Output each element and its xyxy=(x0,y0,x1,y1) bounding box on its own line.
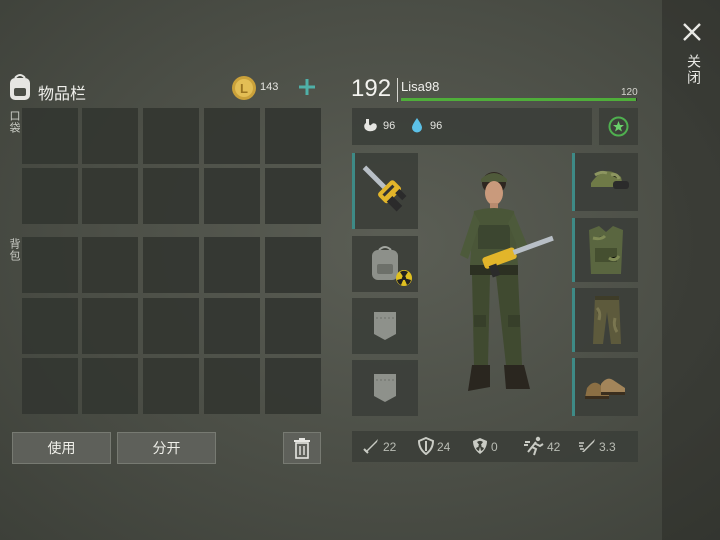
pocket-slot[interactable] xyxy=(204,168,260,224)
backpack-gear-slot[interactable] xyxy=(352,236,418,292)
backpack-label: 背包 xyxy=(8,238,20,262)
pocket-label: 口袋 xyxy=(8,110,20,134)
player-level: 192 xyxy=(351,75,392,102)
head-slot[interactable] xyxy=(572,153,638,211)
backpack-slot[interactable] xyxy=(265,358,321,414)
xp-bar-fill xyxy=(401,98,636,101)
pocket-icon xyxy=(374,312,396,340)
pants-icon xyxy=(593,296,621,344)
defense-value: 24 xyxy=(437,440,451,454)
pocket-slot[interactable] xyxy=(22,168,78,224)
boots-icon xyxy=(585,378,625,399)
trash-button[interactable] xyxy=(283,432,321,464)
backpack-icon xyxy=(6,72,34,102)
stomach-icon xyxy=(361,118,379,134)
pocket-slot[interactable] xyxy=(22,108,78,164)
camo-cap-icon xyxy=(591,170,629,189)
pocket-slot[interactable] xyxy=(143,168,199,224)
water-value: 96 xyxy=(430,120,443,132)
backpack-gear-icon xyxy=(372,246,412,286)
trash-icon xyxy=(294,438,310,459)
body-slot[interactable] xyxy=(572,218,638,282)
pocket-slot[interactable] xyxy=(204,108,260,164)
close-icon[interactable] xyxy=(680,20,704,44)
backpack-slot[interactable] xyxy=(265,237,321,293)
close-label[interactable]: 关闭 xyxy=(684,54,704,86)
star-badge-icon xyxy=(608,116,629,137)
svg-text:L: L xyxy=(240,81,248,96)
backpack-slot[interactable] xyxy=(204,298,260,354)
backpack-slot[interactable] xyxy=(143,358,199,414)
use-button[interactable]: 使用 xyxy=(12,432,111,464)
food-value: 96 xyxy=(383,120,396,132)
backpack-slot[interactable] xyxy=(82,358,138,414)
attack-speed-value: 3.3 xyxy=(599,440,616,454)
radiation-icon xyxy=(471,437,489,455)
attack-speed-icon xyxy=(578,436,598,456)
feet-slot[interactable] xyxy=(572,358,638,416)
xp-bar-track xyxy=(401,98,637,101)
inventory-title: 物品栏 xyxy=(38,86,87,103)
speed-value: 42 xyxy=(547,440,561,454)
pocket-slot[interactable] xyxy=(82,108,138,164)
pocket-slot[interactable] xyxy=(143,108,199,164)
coin-icon: L xyxy=(231,75,257,101)
backpack-slot[interactable] xyxy=(143,298,199,354)
backpack-slot[interactable] xyxy=(22,298,78,354)
backpack-slot[interactable] xyxy=(143,237,199,293)
running-icon xyxy=(523,436,545,456)
backpack-slot[interactable] xyxy=(204,237,260,293)
radiation-value: 0 xyxy=(491,440,498,454)
pocket-slot[interactable] xyxy=(265,108,321,164)
split-button[interactable]: 分开 xyxy=(117,432,216,464)
pocket-slot[interactable] xyxy=(265,168,321,224)
xp-value: 120 xyxy=(621,87,638,98)
attack-icon xyxy=(362,437,380,455)
pocket-icon xyxy=(374,374,396,402)
coin-count: 143 xyxy=(260,81,279,93)
backpack-slot[interactable] xyxy=(265,298,321,354)
weapon-icon xyxy=(362,165,407,212)
add-coins-button[interactable] xyxy=(297,77,317,97)
weapon-slot[interactable] xyxy=(352,153,418,229)
backpack-slot[interactable] xyxy=(204,358,260,414)
legs-slot[interactable] xyxy=(572,288,638,352)
level-divider xyxy=(397,78,398,102)
pocket-gear-slot-2[interactable] xyxy=(352,360,418,416)
water-drop-icon xyxy=(410,117,424,133)
backpack-slot[interactable] xyxy=(22,358,78,414)
shield-icon xyxy=(417,436,435,456)
pocket-slot[interactable] xyxy=(82,168,138,224)
vest-icon xyxy=(589,226,623,274)
player-name: Lisa98 xyxy=(401,79,440,94)
backpack-slot[interactable] xyxy=(82,237,138,293)
pocket-gear-slot-1[interactable] xyxy=(352,298,418,354)
perks-button[interactable] xyxy=(599,108,638,145)
backpack-slot[interactable] xyxy=(82,298,138,354)
attack-value: 22 xyxy=(383,440,397,454)
character-model xyxy=(438,165,562,410)
backpack-slot[interactable] xyxy=(22,237,78,293)
